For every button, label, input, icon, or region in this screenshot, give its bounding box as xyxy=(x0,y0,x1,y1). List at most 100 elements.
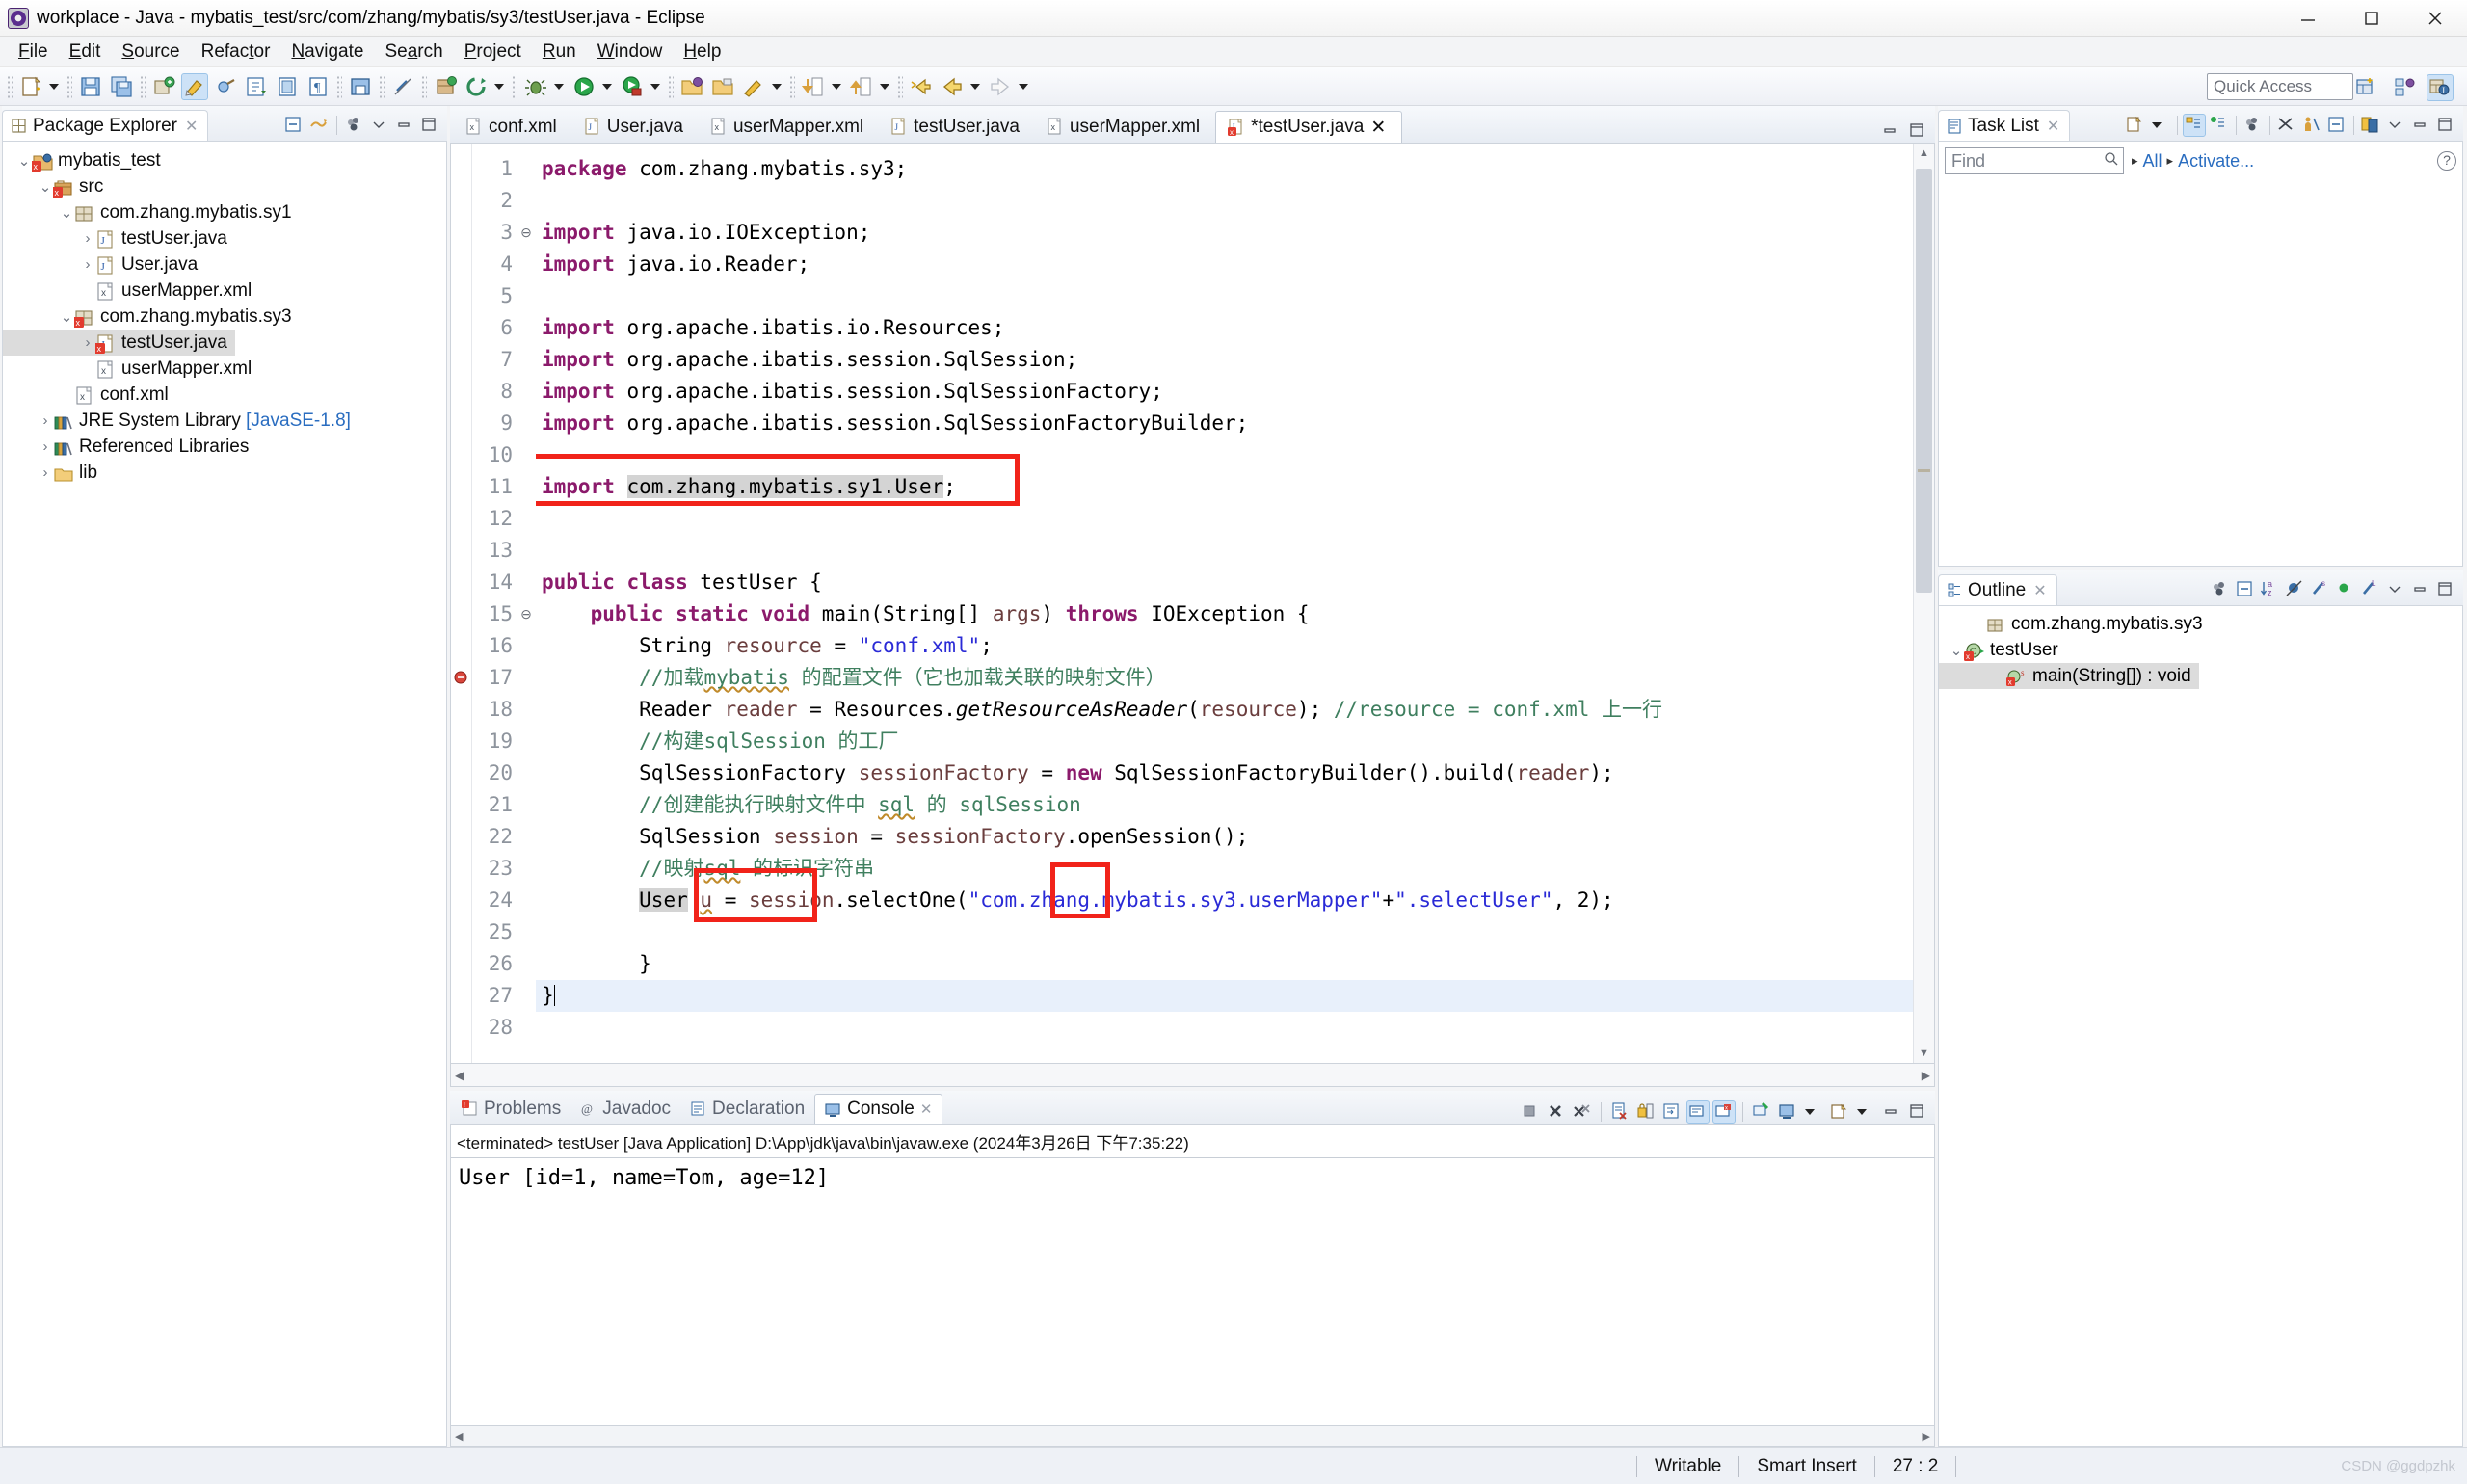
hide-non-public-icon[interactable] xyxy=(2334,578,2357,601)
annotation-icon[interactable] xyxy=(181,72,208,100)
hide-fields-icon[interactable] xyxy=(2284,578,2307,601)
link-icon[interactable] xyxy=(389,73,416,100)
close-icon[interactable]: ✕ xyxy=(185,117,198,136)
editor-tab--testuser-java[interactable]: Jx *testUser.java✕ xyxy=(1215,111,1403,143)
build-icon[interactable] xyxy=(432,73,459,100)
close-icon[interactable]: ✕ xyxy=(2047,117,2059,136)
minimize-icon[interactable] xyxy=(393,114,416,137)
terminate-icon[interactable] xyxy=(1519,1100,1542,1124)
console-horizontal-scrollbar[interactable]: ◀ ▶ xyxy=(450,1426,1935,1447)
maximize-icon[interactable] xyxy=(1906,1100,1929,1124)
maximize-icon[interactable] xyxy=(418,114,441,137)
maximize-icon[interactable] xyxy=(2434,114,2457,137)
chevron-down-icon[interactable]: ⌄ xyxy=(38,178,53,196)
save-icon[interactable] xyxy=(77,73,104,100)
menu-run[interactable]: Run xyxy=(532,40,587,65)
synchronize-icon[interactable] xyxy=(2359,114,2382,137)
tree-item-com-zhang-mybatis-sy3[interactable]: ⌄ x com.zhang.mybatis.sy3 xyxy=(3,304,446,330)
search-input[interactable]: Find xyxy=(1945,147,2124,174)
tree-item-src[interactable]: ⌄ x src xyxy=(3,173,446,199)
scroll-right-arrow[interactable]: ▶ xyxy=(1923,1430,1930,1443)
close-icon[interactable]: ✕ xyxy=(1370,117,1386,139)
chevron-right-icon[interactable]: › xyxy=(80,256,95,273)
editor-tab-usermapper-xml[interactable]: x userMapper.xml xyxy=(699,111,879,143)
view-menu-chevron-icon[interactable] xyxy=(368,114,391,137)
toolbar-drag-handle[interactable] xyxy=(7,74,13,98)
console-tab-console[interactable]: Console ✕ xyxy=(814,1094,943,1124)
new-task-icon[interactable] xyxy=(2124,114,2147,137)
chevron-right-icon[interactable]: › xyxy=(38,412,53,429)
maximize-button[interactable] xyxy=(2340,0,2403,37)
console-tab-declaration[interactable]: Declaration xyxy=(680,1094,814,1124)
scroll-left-arrow[interactable]: ◀ xyxy=(455,1069,464,1082)
menu-project[interactable]: Project xyxy=(454,40,532,65)
console-tab-problems[interactable]: ! Problems xyxy=(452,1094,570,1124)
refresh-dropdown-arrow[interactable] xyxy=(491,73,507,100)
editor-tab-user-java[interactable]: J User.java xyxy=(572,111,699,143)
tree-item-jre-system-library[interactable]: › JRE System Library [JavaSE-1.8] xyxy=(3,408,446,434)
editor-tab-testuser-java[interactable]: JtestUser.java xyxy=(879,111,1035,143)
categorized-presentation-icon[interactable] xyxy=(2183,114,2206,137)
chevron-right-icon[interactable]: › xyxy=(38,464,53,481)
chevron-right-icon[interactable]: › xyxy=(38,438,53,455)
chevron-down-icon[interactable]: ⌄ xyxy=(16,152,32,170)
view-menu-chevron-icon[interactable] xyxy=(2384,114,2407,137)
minimize-icon[interactable] xyxy=(2409,578,2432,601)
tab-outline[interactable]: Outline ✕ xyxy=(1938,574,2057,605)
refresh-icon[interactable] xyxy=(463,73,490,100)
focus-on-workweek-icon[interactable] xyxy=(2242,114,2265,137)
new-console-view-icon[interactable] xyxy=(1828,1100,1851,1124)
console-tab-javadoc[interactable]: @ Javadoc xyxy=(570,1094,680,1124)
close-button[interactable] xyxy=(2403,0,2467,37)
filter-complete-icon[interactable] xyxy=(2275,114,2298,137)
collapse-all-icon[interactable] xyxy=(282,114,305,137)
tree-item-usermapper-xml[interactable]: x userMapper.xml xyxy=(3,278,446,304)
open-type-icon[interactable] xyxy=(243,73,270,100)
editor-code-area[interactable]: package com.zhang.mybatis.sy3; import ja… xyxy=(536,144,1913,1063)
forward-icon[interactable] xyxy=(987,73,1014,100)
fold-marker-imports[interactable]: ⊖ xyxy=(517,217,536,249)
tree-item-conf-xml[interactable]: x conf.xml xyxy=(3,382,446,408)
minimize-icon[interactable] xyxy=(1880,1100,1903,1124)
clear-console-icon[interactable] xyxy=(1608,1100,1631,1124)
hide-static-icon[interactable]: s xyxy=(2309,578,2332,601)
back-dropdown-arrow[interactable] xyxy=(968,73,983,100)
editor-marker-gutter[interactable] xyxy=(451,144,472,1063)
chevron-down-icon[interactable]: ⌄ xyxy=(1949,642,1964,659)
view-menu-chevron-icon[interactable] xyxy=(2384,578,2407,601)
show-console-on-error-icon[interactable]: x xyxy=(1712,1100,1736,1124)
tree-item-lib[interactable]: › lib xyxy=(3,460,446,486)
debug-dropdown-arrow[interactable] xyxy=(551,73,567,100)
scroll-down-arrow[interactable]: ▼ xyxy=(1914,1044,1934,1063)
editor-horizontal-scrollbar[interactable]: ◀ ▶ xyxy=(450,1064,1935,1087)
focus-on-active-task-icon[interactable] xyxy=(2209,578,2232,601)
print-icon[interactable] xyxy=(347,73,374,100)
sort-icon[interactable]: az xyxy=(2259,578,2282,601)
open-task-icon[interactable] xyxy=(274,73,301,100)
scroll-left-arrow[interactable]: ◀ xyxy=(455,1430,463,1443)
menu-window[interactable]: Window xyxy=(587,40,674,65)
pilcrow-icon[interactable]: ¶ xyxy=(305,73,332,100)
new-wizard-icon[interactable] xyxy=(17,73,44,100)
new-java-package-icon[interactable] xyxy=(150,73,177,100)
word-wrap-icon[interactable] xyxy=(1660,1100,1684,1124)
save-all-icon[interactable] xyxy=(108,73,135,100)
previous-edit-dropdown-arrow[interactable] xyxy=(877,73,892,100)
remove-all-terminated-icon[interactable] xyxy=(1571,1100,1594,1124)
minimize-icon[interactable] xyxy=(1879,119,1902,143)
new-wizard-dropdown-arrow[interactable] xyxy=(46,73,62,100)
run-coverage-icon[interactable] xyxy=(619,73,646,100)
menu-help[interactable]: Help xyxy=(673,40,731,65)
show-console-on-output-icon[interactable] xyxy=(1686,1100,1710,1124)
tree-item-com-zhang-mybatis-sy1[interactable]: ⌄ com.zhang.mybatis.sy1 xyxy=(3,199,446,225)
open-resource-icon[interactable] xyxy=(709,73,736,100)
collapse-all-icon[interactable] xyxy=(2325,114,2348,137)
run-icon[interactable] xyxy=(570,73,597,100)
restore-tasks-icon[interactable] xyxy=(2300,114,2323,137)
close-icon[interactable]: ✕ xyxy=(920,1100,933,1118)
scroll-lock-icon[interactable] xyxy=(1634,1100,1658,1124)
chevron-down-icon[interactable]: ⌄ xyxy=(59,204,74,222)
tree-item-usermapper-xml[interactable]: x userMapper.xml xyxy=(3,356,446,382)
display-console-dropdown-arrow[interactable] xyxy=(1802,1100,1825,1124)
tab-task-list[interactable]: Task List ✕ xyxy=(1938,110,2071,141)
